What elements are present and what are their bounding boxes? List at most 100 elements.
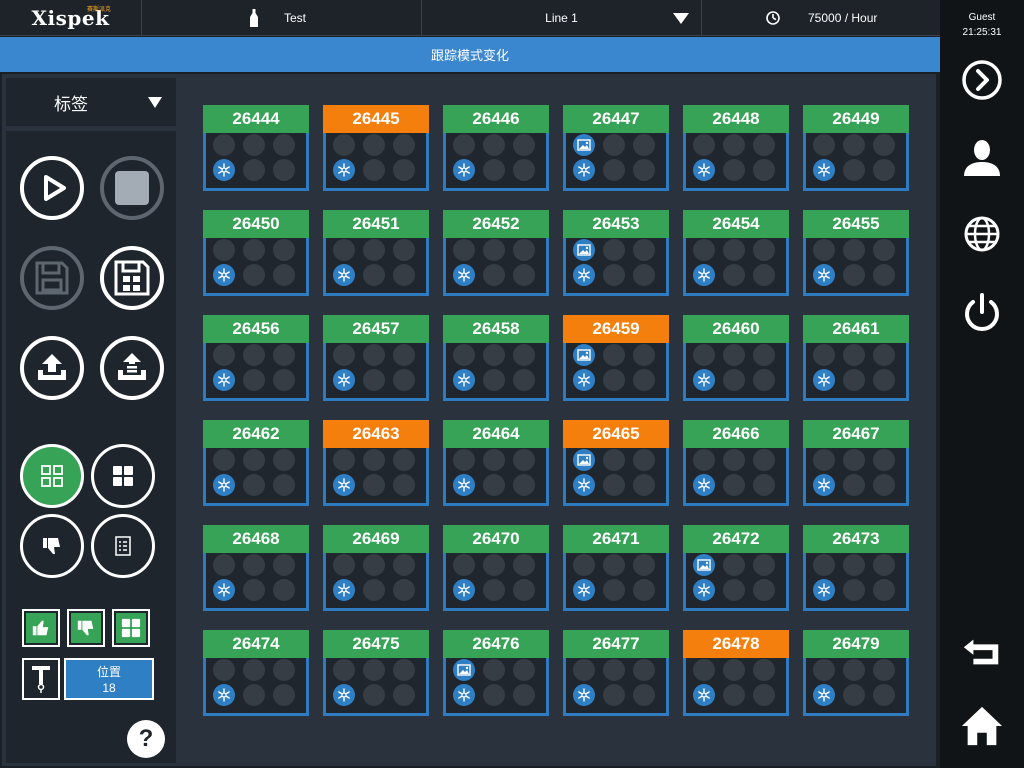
tracking-tile[interactable]: 26465 [563, 420, 669, 506]
ejector-icon [32, 666, 50, 693]
start-button[interactable] [20, 156, 84, 220]
snowflake-icon [333, 264, 355, 286]
tile-slot [393, 239, 415, 261]
tracking-tile[interactable]: 26456 [203, 315, 309, 401]
tracking-tile[interactable]: 26477 [563, 630, 669, 716]
tile-id: 26454 [683, 210, 789, 238]
label-dropdown-text: 标签 [54, 94, 88, 114]
label-dropdown[interactable]: 标签 [6, 78, 176, 126]
tile-slot [243, 239, 265, 261]
tile-slot [513, 239, 535, 261]
tracking-tile[interactable]: 26453 [563, 210, 669, 296]
all-view-button[interactable] [20, 444, 84, 508]
tile-slot [243, 684, 265, 706]
tracking-tile[interactable]: 26473 [803, 525, 909, 611]
clock-icon [766, 11, 780, 25]
ejector-button[interactable] [22, 658, 60, 700]
tile-id: 26462 [203, 420, 309, 448]
user-button[interactable] [960, 136, 1004, 180]
power-button[interactable] [960, 290, 1004, 334]
tile-slot [753, 684, 775, 706]
product-selector[interactable]: Test [142, 0, 422, 36]
all-filter-button[interactable] [112, 609, 150, 647]
tracking-tile[interactable]: 26471 [563, 525, 669, 611]
image-icon[interactable] [573, 134, 595, 156]
tracking-tile[interactable]: 26445 [323, 105, 429, 191]
tile-id: 26477 [563, 630, 669, 658]
image-icon[interactable] [573, 344, 595, 366]
tracking-tile[interactable]: 26458 [443, 315, 549, 401]
home-button[interactable] [960, 704, 1004, 748]
tile-slot [693, 134, 715, 156]
stop-button[interactable] [100, 156, 164, 220]
tracking-tile[interactable]: 26476 [443, 630, 549, 716]
tile-body [443, 553, 549, 611]
snowflake-icon [813, 159, 835, 181]
image-icon[interactable] [573, 239, 595, 261]
tile-slot [633, 474, 655, 496]
snowflake-icon [453, 474, 475, 496]
help-button[interactable]: ? [127, 720, 165, 758]
tile-slot [213, 554, 235, 576]
upload-button[interactable] [20, 336, 84, 400]
position-display: 位置 18 [64, 658, 154, 700]
floppy-grid-icon [114, 260, 150, 296]
grid-view-button[interactable] [91, 444, 155, 508]
reject-view-button[interactable] [20, 514, 84, 578]
save-button[interactable] [20, 246, 84, 310]
back-button[interactable] [960, 630, 1004, 674]
tracking-tile[interactable]: 26472 [683, 525, 789, 611]
tracking-tile[interactable]: 26455 [803, 210, 909, 296]
tile-slot [483, 579, 505, 601]
tracking-tile[interactable]: 26444 [203, 105, 309, 191]
tracking-tile[interactable]: 26474 [203, 630, 309, 716]
upload-all-button[interactable] [100, 336, 164, 400]
tile-slot [483, 684, 505, 706]
tracking-tile[interactable]: 26461 [803, 315, 909, 401]
tracking-tile[interactable]: 26479 [803, 630, 909, 716]
snowflake-icon [213, 264, 235, 286]
tracking-tile[interactable]: 26468 [203, 525, 309, 611]
tracking-tile[interactable]: 26454 [683, 210, 789, 296]
tracking-tile[interactable]: 26450 [203, 210, 309, 296]
tracking-tile[interactable]: 26460 [683, 315, 789, 401]
tile-slot [573, 554, 595, 576]
tracking-tile[interactable]: 26467 [803, 420, 909, 506]
tile-slot [873, 344, 895, 366]
tile-slot [273, 239, 295, 261]
language-button[interactable] [960, 212, 1004, 256]
tracking-tile[interactable]: 26446 [443, 105, 549, 191]
tile-slot [453, 134, 475, 156]
line-selector[interactable]: Line 1 [422, 0, 702, 36]
save-layout-button[interactable] [100, 246, 164, 310]
tile-slot [273, 449, 295, 471]
tracking-tile[interactable]: 26478 [683, 630, 789, 716]
image-icon[interactable] [573, 449, 595, 471]
tracking-tile[interactable]: 26464 [443, 420, 549, 506]
tracking-tile[interactable]: 26451 [323, 210, 429, 296]
tracking-tile[interactable]: 26447 [563, 105, 669, 191]
next-button[interactable] [960, 58, 1004, 102]
checklist-button[interactable] [91, 514, 155, 578]
tracking-tile[interactable]: 26459 [563, 315, 669, 401]
tracking-tile[interactable]: 26452 [443, 210, 549, 296]
tracking-tile[interactable]: 26463 [323, 420, 429, 506]
tracking-tile[interactable]: 26462 [203, 420, 309, 506]
tracking-tile[interactable]: 26457 [323, 315, 429, 401]
tile-slot [603, 159, 625, 181]
tile-slot [843, 659, 865, 681]
tracking-tile[interactable]: 26475 [323, 630, 429, 716]
tracking-tile[interactable]: 26466 [683, 420, 789, 506]
tracking-tile[interactable]: 26469 [323, 525, 429, 611]
tile-body [323, 658, 429, 716]
tracking-tile[interactable]: 26449 [803, 105, 909, 191]
snowflake-icon [213, 684, 235, 706]
image-icon[interactable] [453, 659, 475, 681]
bad-filter-button[interactable] [67, 609, 105, 647]
good-filter-button[interactable] [22, 609, 60, 647]
tracking-tile[interactable]: 26470 [443, 525, 549, 611]
image-icon[interactable] [693, 554, 715, 576]
tile-body [203, 238, 309, 296]
tracking-tile[interactable]: 26448 [683, 105, 789, 191]
tile-slot [393, 369, 415, 391]
